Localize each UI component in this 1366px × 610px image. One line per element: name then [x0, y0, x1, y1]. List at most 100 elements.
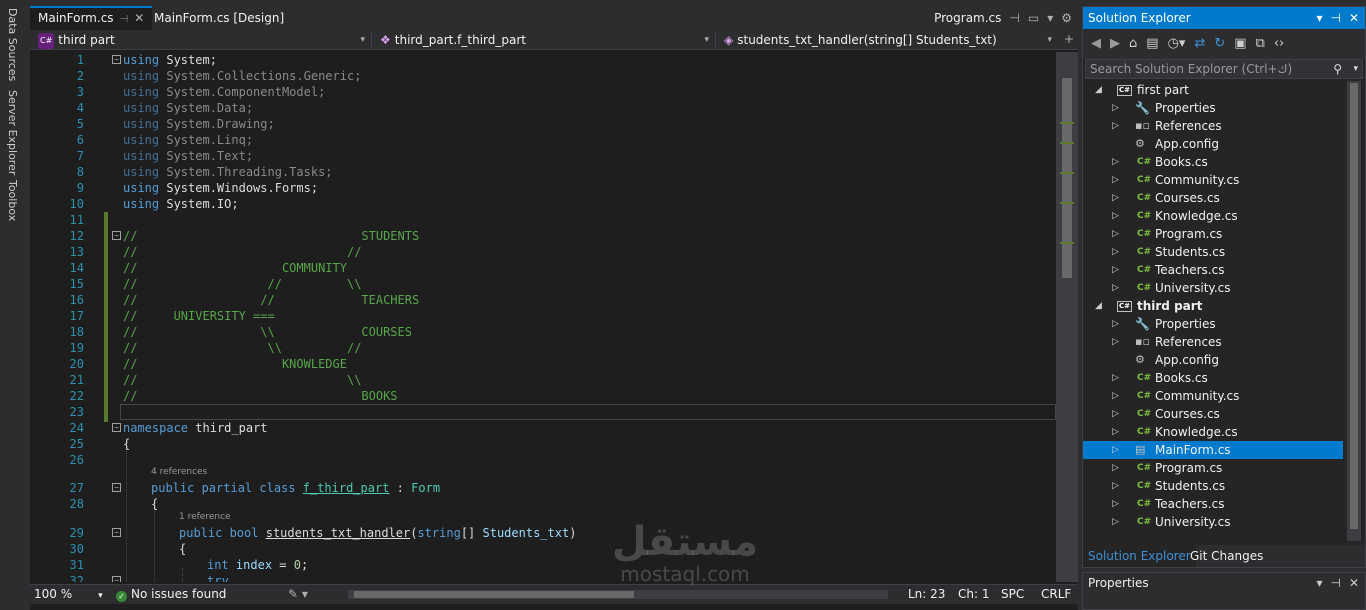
tree-item[interactable]: ▷ C# Courses.cs — [1083, 189, 1343, 207]
code-area[interactable]: 1− using System; 2 using System.Collection… — [30, 52, 1056, 582]
collapsed-arrow-icon[interactable]: ▷ — [1112, 171, 1119, 189]
issues-indicator[interactable]: ✓ No issues found — [116, 585, 226, 603]
tree-item[interactable]: ▷ 🔧 Properties — [1083, 315, 1343, 333]
tree-item[interactable]: ⚙ App.config — [1083, 351, 1343, 369]
settings-icon[interactable]: ⚙ — [1061, 11, 1072, 25]
tree-item[interactable]: ▷ C# Students.cs — [1083, 243, 1343, 261]
tree-item[interactable]: ▷ C# Community.cs — [1083, 387, 1343, 405]
tab-program-cs[interactable]: Program.cs — [934, 11, 1001, 25]
tree-item[interactable]: ▷ ▪▫ References — [1083, 333, 1343, 351]
collapse-icon[interactable]: − — [112, 528, 121, 537]
tree-item[interactable]: ▷ C# Program.cs — [1083, 225, 1343, 243]
tree-item-selected[interactable]: ▷ ▤ MainForm.cs — [1083, 441, 1343, 459]
editor-horizontal-scrollbar[interactable] — [348, 590, 888, 599]
forward-icon[interactable]: ▶ — [1110, 36, 1120, 51]
collapse-icon[interactable]: − — [112, 55, 121, 64]
collapsed-arrow-icon[interactable]: ▷ — [1112, 405, 1119, 423]
collapsed-arrow-icon[interactable]: ▷ — [1112, 459, 1119, 477]
dropdown-icon[interactable]: ▾ — [1316, 576, 1322, 590]
collapse-icon[interactable]: − — [112, 231, 121, 240]
split-icon[interactable]: + — [1064, 32, 1074, 46]
collapsed-arrow-icon[interactable]: ▷ — [1112, 261, 1119, 279]
close-icon[interactable]: ✕ — [1349, 11, 1359, 25]
scrollbar-thumb[interactable] — [354, 591, 634, 598]
tree-item[interactable]: ▷ 🔧 Properties — [1083, 99, 1343, 117]
tree-project-third-part[interactable]: ◢ C# third part — [1083, 297, 1343, 315]
tree-item[interactable]: ▷ C# Knowledge.cs — [1083, 207, 1343, 225]
tree-project-first-part[interactable]: ◢ C# first part — [1083, 81, 1343, 99]
collapsed-arrow-icon[interactable]: ▷ — [1112, 225, 1119, 243]
chevron-down-icon[interactable]: ▾ — [1353, 60, 1358, 78]
switch-views-icon[interactable]: ▤ — [1146, 36, 1158, 51]
home-icon[interactable]: ⌂ — [1129, 36, 1137, 51]
solution-explorer-scrollbar[interactable] — [1347, 81, 1361, 541]
tree-item[interactable]: ▷ C# Knowledge.cs — [1083, 423, 1343, 441]
collapsed-arrow-icon[interactable]: ▷ — [1112, 477, 1119, 495]
tree-item[interactable]: ▷ C# Teachers.cs — [1083, 495, 1343, 513]
scrollbar-thumb[interactable] — [1350, 83, 1358, 529]
pin-icon[interactable]: ⊣ — [1330, 576, 1340, 590]
server-explorer-tab[interactable]: Server Explorer — [6, 90, 19, 175]
tree-item[interactable]: ▷ C# Books.cs — [1083, 369, 1343, 387]
class-dropdown[interactable]: ❖ third_part.f_third_part ▾ — [376, 32, 716, 48]
tab-git-changes[interactable]: Git Changes — [1185, 545, 1268, 567]
collapsed-arrow-icon[interactable]: ▷ — [1112, 117, 1119, 135]
expanded-arrow-icon[interactable]: ◢ — [1095, 81, 1102, 99]
collapsed-arrow-icon[interactable]: ▷ — [1112, 423, 1119, 441]
collapsed-arrow-icon[interactable]: ▷ — [1112, 369, 1119, 387]
collapse-all-icon[interactable]: ▣ — [1234, 36, 1246, 51]
collapsed-arrow-icon[interactable]: ▷ — [1112, 243, 1119, 261]
scrollbar-thumb[interactable] — [1062, 78, 1072, 278]
dropdown-icon[interactable]: ▾ — [1316, 11, 1322, 25]
line-ending-indicator[interactable]: CRLF — [1041, 585, 1071, 603]
collapsed-arrow-icon[interactable]: ▷ — [1112, 279, 1119, 297]
collapsed-arrow-icon[interactable]: ▷ — [1112, 333, 1119, 351]
tree-item[interactable]: ▷ ▪▫ References — [1083, 117, 1343, 135]
collapse-icon[interactable]: − — [112, 576, 121, 582]
collapsed-arrow-icon[interactable]: ▷ — [1112, 495, 1119, 513]
tab-solution-explorer[interactable]: Solution Explorer — [1083, 545, 1196, 567]
expanded-arrow-icon[interactable]: ◢ — [1095, 297, 1102, 315]
data-sources-tab[interactable]: Data Sources — [6, 8, 19, 81]
collapsed-arrow-icon[interactable]: ▷ — [1112, 387, 1119, 405]
whitespace-indicator[interactable]: SPC — [1001, 585, 1024, 603]
tree-item[interactable]: ▷ C# Courses.cs — [1083, 405, 1343, 423]
new-window-icon[interactable]: ▭ — [1028, 11, 1039, 25]
dropdown-icon[interactable]: ▾ — [1047, 11, 1053, 25]
preview-icon[interactable]: ‹› — [1274, 36, 1284, 51]
tree-item[interactable]: ▷ C# Books.cs — [1083, 153, 1343, 171]
close-icon[interactable]: ✕ — [134, 11, 144, 25]
pin-icon[interactable]: ⊣ — [120, 14, 129, 25]
solution-search-input[interactable]: Search Solution Explorer (Ctrl+ك) ⚲ ▾ — [1085, 59, 1363, 79]
tree-item[interactable]: ▷ C# Teachers.cs — [1083, 261, 1343, 279]
toolbox-tab[interactable]: Toolbox — [6, 180, 19, 221]
collapsed-arrow-icon[interactable]: ▷ — [1112, 315, 1119, 333]
history-icon[interactable]: ◷▾ — [1168, 36, 1186, 51]
tree-item[interactable]: ▷ C# University.cs — [1083, 513, 1343, 531]
tree-item[interactable]: ▷ C# Community.cs — [1083, 171, 1343, 189]
collapsed-arrow-icon[interactable]: ▷ — [1112, 153, 1119, 171]
collapsed-arrow-icon[interactable]: ▷ — [1112, 441, 1119, 459]
tab-mainform-design[interactable]: MainForm.cs [Design] — [146, 6, 292, 30]
collapsed-arrow-icon[interactable]: ▷ — [1112, 513, 1119, 531]
pin-icon[interactable]: ⊣ — [1009, 11, 1019, 25]
collapsed-arrow-icon[interactable]: ▷ — [1112, 207, 1119, 225]
collapse-icon[interactable]: − — [112, 483, 121, 492]
member-dropdown[interactable]: ◈ students_txt_handler(string[] Students_… — [720, 32, 1058, 48]
search-icon[interactable]: ⚲ — [1333, 60, 1342, 78]
refresh-icon[interactable]: ↻ — [1214, 36, 1225, 51]
back-icon[interactable]: ◀ — [1091, 36, 1101, 51]
brush-icon[interactable]: ✎ ▾ — [288, 585, 308, 603]
pin-icon[interactable]: ⊣ — [1330, 11, 1340, 25]
show-all-files-icon[interactable]: ⧉ — [1256, 36, 1265, 51]
editor-vertical-scrollbar[interactable] — [1056, 52, 1078, 582]
tree-item[interactable]: ▷ C# Students.cs — [1083, 477, 1343, 495]
zoom-dropdown[interactable]: 100 % ▾ — [34, 585, 103, 605]
close-icon[interactable]: ✕ — [1349, 576, 1359, 590]
sync-icon[interactable]: ⇄ — [1194, 36, 1205, 51]
collapse-icon[interactable]: − — [112, 423, 121, 432]
collapsed-arrow-icon[interactable]: ▷ — [1112, 99, 1119, 117]
tree-item[interactable]: ▷ C# University.cs — [1083, 279, 1343, 297]
tab-mainform-cs[interactable]: MainForm.cs ⊣ ✕ — [30, 6, 153, 30]
collapsed-arrow-icon[interactable]: ▷ — [1112, 189, 1119, 207]
